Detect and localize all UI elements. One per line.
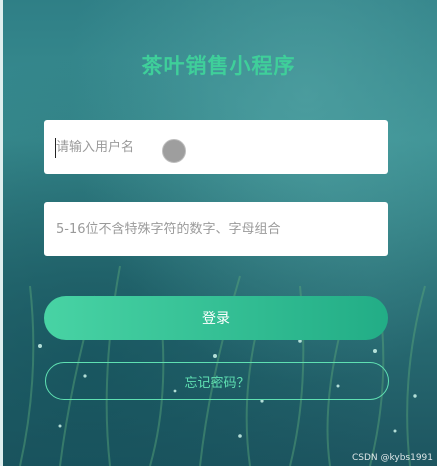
text-caret bbox=[55, 138, 56, 158]
cursor-indicator-icon bbox=[162, 139, 186, 163]
grass-background bbox=[19, 265, 426, 466]
forgot-password-button[interactable]: 忘记密码？ bbox=[45, 362, 389, 400]
app-title: 茶叶销售小程序 bbox=[141, 54, 296, 78]
login-button[interactable]: 登录 bbox=[44, 296, 388, 340]
login-screen: 茶叶销售小程序 登录 忘记密码？ CSDN @kybs1991 bbox=[0, 0, 437, 466]
username-input[interactable] bbox=[44, 120, 388, 174]
password-field-container bbox=[44, 202, 388, 256]
password-input[interactable] bbox=[44, 202, 388, 256]
username-field-container bbox=[44, 120, 388, 174]
watermark: CSDN @kybs1991 bbox=[351, 453, 433, 463]
